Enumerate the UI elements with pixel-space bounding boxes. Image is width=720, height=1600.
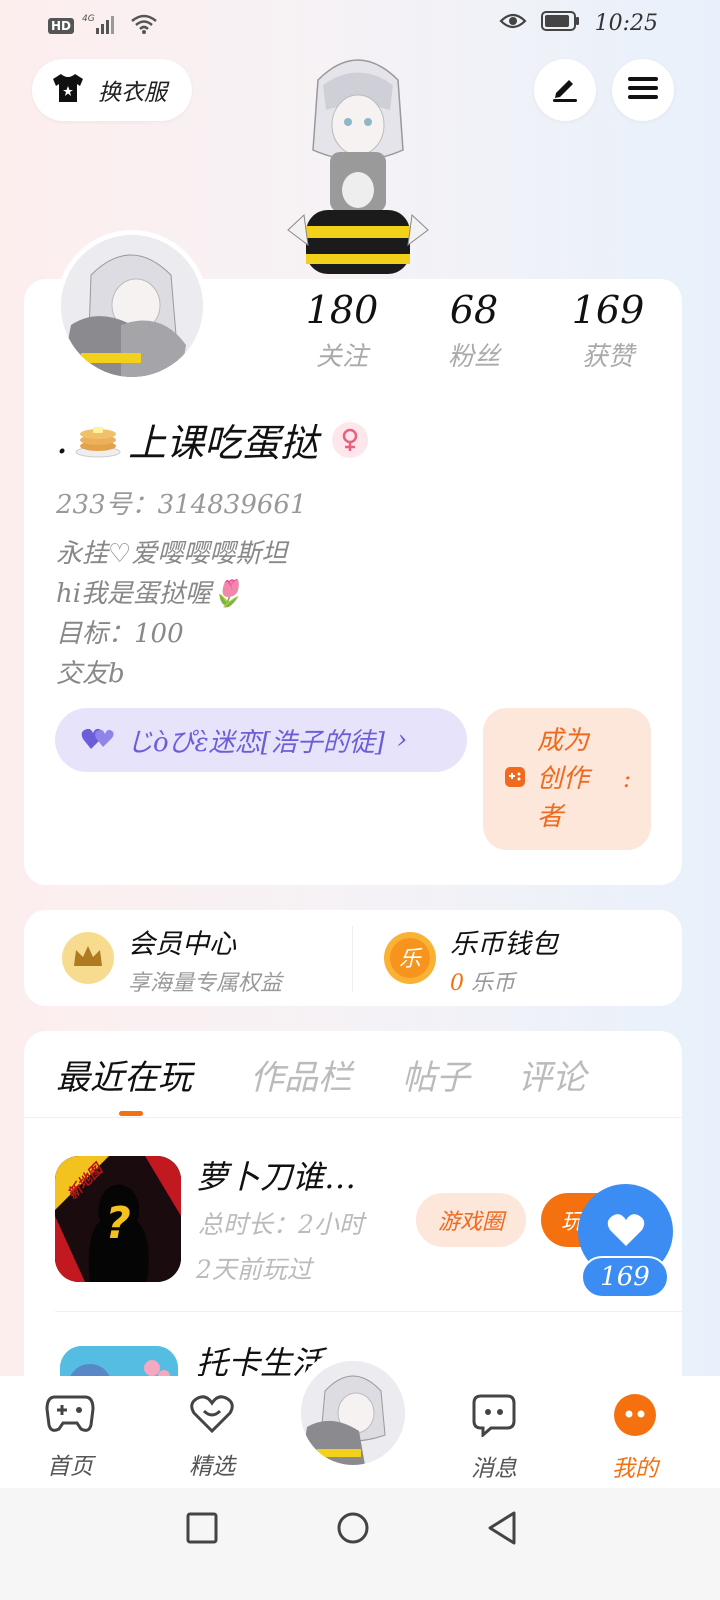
tab-comments[interactable]: 评论	[518, 1050, 586, 1099]
stat-following-label: 关注	[315, 341, 368, 372]
pen-icon	[550, 73, 580, 107]
stat-fans-label: 粉丝	[447, 341, 500, 372]
eye-icon	[499, 11, 527, 35]
wallet-unit: 乐币	[471, 971, 516, 996]
tab-works[interactable]: 作品栏	[250, 1050, 352, 1099]
tab-posts[interactable]: 帖子	[402, 1050, 470, 1099]
chevron-right-icon: ›	[396, 725, 408, 755]
active-tab-indicator	[119, 1111, 143, 1116]
bio-line: 目标：100	[56, 619, 184, 649]
user-id[interactable]: 233号：314839661	[56, 484, 307, 521]
signal-icon: 4G	[82, 12, 122, 40]
tshirt-icon	[50, 72, 86, 108]
recent-apps-button[interactable]	[186, 1512, 218, 1548]
vip-center[interactable]: 会员中心 享海量专属权益	[62, 922, 282, 997]
bio: 永挂♡爱嘤嘤嘤斯坦 hi我是蛋挞喔🌷 目标：100 交友b	[56, 534, 287, 694]
stat-following-value: 180	[305, 288, 379, 332]
change-outfit-button[interactable]: 换衣服	[32, 59, 192, 121]
game-icon[interactable]: ? 新地图	[55, 1156, 181, 1282]
stat-fans-value: 68	[449, 288, 499, 332]
username-row: . 上课吃蛋挞	[56, 412, 369, 467]
nav-featured-label: 精选	[189, 1454, 235, 1480]
status-left: HD 4G	[48, 12, 158, 40]
divider	[55, 1311, 682, 1312]
become-creator-label: 成为创作者	[537, 726, 590, 832]
home-button[interactable]	[336, 1511, 370, 1549]
creator-colon: :	[623, 765, 632, 793]
stat-likes-label: 获赞	[581, 341, 634, 372]
profile-face-icon	[613, 1393, 657, 1441]
wallet-amount: 0	[450, 971, 464, 996]
wallet-title: 乐币钱包	[450, 929, 558, 960]
game-last-played: 2天前玩过	[196, 1255, 312, 1284]
change-outfit-label: 换衣服	[98, 80, 167, 106]
edit-profile-button[interactable]	[534, 59, 596, 121]
coin-glyph: 乐	[399, 947, 423, 972]
hd-badge: HD	[48, 18, 75, 34]
wifi-icon	[130, 13, 158, 39]
female-gender-icon	[332, 421, 369, 458]
divider	[352, 926, 353, 992]
network-label: 4G	[82, 14, 95, 24]
username: 上课吃蛋挞	[128, 421, 319, 465]
divider	[24, 1117, 682, 1118]
gamepad-icon	[503, 765, 527, 793]
bio-line: 交友b	[56, 659, 125, 689]
wallet-balance: 0 乐币	[450, 965, 558, 997]
pancake-icon	[74, 418, 122, 462]
stat-following[interactable]: 180 关注	[282, 288, 402, 373]
heart-icon	[606, 1212, 646, 1252]
nav-me-label: 我的	[612, 1456, 658, 1482]
menu-button[interactable]	[612, 59, 674, 121]
vip-title: 会员中心	[128, 929, 236, 960]
nav-avatar-center[interactable]	[298, 1358, 408, 1468]
coin-icon: 乐	[384, 931, 436, 988]
clock: 10:25	[594, 10, 658, 36]
stat-likes-value: 169	[571, 288, 645, 332]
wallet[interactable]: 乐 乐币钱包 0 乐币	[384, 922, 558, 997]
battery-icon	[540, 10, 581, 36]
nav-me[interactable]: 我的	[587, 1393, 683, 1483]
tab-recently-played[interactable]: 最近在玩	[56, 1050, 192, 1099]
status-right: 10:25	[499, 10, 658, 36]
crown-icon	[62, 931, 114, 988]
gamepad-icon	[45, 1393, 95, 1439]
double-heart-icon	[81, 725, 115, 755]
game-title[interactable]: 萝卜刀谁…	[196, 1152, 356, 1198]
nav-home-label: 首页	[47, 1454, 93, 1480]
fan-group-label: じὸぴὲ迷恋[浩子的徒]	[127, 727, 385, 758]
stat-likes[interactable]: 169 获赞	[548, 288, 668, 373]
bio-line: 永挂♡爱嘤嘤嘤斯坦	[56, 539, 288, 569]
fan-group-pill[interactable]: じὸぴὲ迷恋[浩子的徒] ›	[55, 708, 467, 772]
nav-featured[interactable]: 精选	[164, 1393, 260, 1481]
username-prefix: .	[56, 417, 69, 462]
stat-fans[interactable]: 68 粉丝	[414, 288, 534, 373]
vip-subtitle: 享海量专属权益	[128, 971, 283, 996]
nav-home[interactable]: 首页	[22, 1393, 118, 1481]
profile-avatar[interactable]	[56, 230, 208, 382]
game-duration: 总时长：2小时	[198, 1210, 364, 1239]
nav-messages-label: 消息	[471, 1456, 517, 1482]
heart-outline-icon	[188, 1393, 236, 1439]
game-circle-button[interactable]: 游戏圈	[416, 1193, 526, 1247]
back-button[interactable]	[486, 1510, 518, 1550]
become-creator-button[interactable]: 成为创作者 :	[483, 708, 651, 850]
bio-line: hi我是蛋挞喔🌷	[56, 579, 244, 609]
svg-text:?: ?	[105, 1198, 131, 1249]
nav-messages[interactable]: 消息	[446, 1393, 542, 1483]
avatar-character-figure[interactable]	[278, 40, 438, 280]
hamburger-icon	[627, 75, 659, 105]
like-count[interactable]: 169	[581, 1256, 669, 1298]
chat-bubble-icon	[471, 1393, 517, 1441]
